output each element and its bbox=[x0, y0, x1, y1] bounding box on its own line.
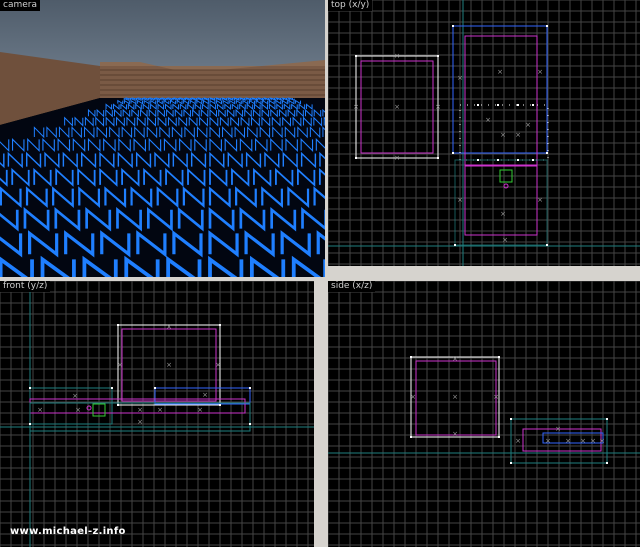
vertex-handle bbox=[498, 436, 500, 438]
brush-center-mark: × bbox=[555, 425, 561, 433]
brush-center-mark: × bbox=[565, 437, 571, 445]
vertex-handle bbox=[497, 159, 499, 161]
vertex-handle bbox=[154, 387, 156, 389]
brush-center-mark: × bbox=[452, 430, 458, 438]
vertex-handle bbox=[498, 356, 500, 358]
brush-center-mark: × bbox=[202, 391, 208, 399]
brush-center-mark: × bbox=[137, 418, 143, 426]
vertex-handle bbox=[410, 356, 412, 358]
brush-center-mark: × bbox=[37, 406, 43, 414]
brush-center-mark: × bbox=[525, 121, 531, 129]
brush-center-mark: × bbox=[410, 393, 416, 401]
vertex-handle bbox=[410, 436, 412, 438]
brush-center-mark: × bbox=[485, 116, 491, 124]
top-label: top (x/y) bbox=[328, 0, 373, 11]
brush-center-mark: × bbox=[515, 437, 521, 445]
vertex-handle bbox=[219, 324, 221, 326]
vertex-handle bbox=[355, 55, 357, 57]
vertex-handle bbox=[437, 55, 439, 57]
camera-render[interactable] bbox=[0, 0, 325, 277]
blue-brush bbox=[454, 159, 548, 246]
vertex-handle bbox=[111, 387, 113, 389]
brush-center-mark: × bbox=[137, 406, 143, 414]
brush-center-mark: × bbox=[117, 361, 123, 369]
vertex-handle bbox=[249, 423, 251, 425]
vertex-handle bbox=[452, 152, 454, 154]
brush-center-mark: × bbox=[537, 196, 543, 204]
back-wall bbox=[100, 66, 325, 98]
vertex-handle bbox=[532, 159, 534, 161]
vertex-handle bbox=[454, 244, 456, 246]
vertex-handle bbox=[546, 244, 548, 246]
brush-center-mark: × bbox=[497, 68, 503, 76]
brush-center-mark: × bbox=[353, 103, 359, 111]
floor bbox=[0, 98, 325, 277]
camera-label: camera bbox=[0, 0, 40, 11]
vertex-handle bbox=[510, 418, 512, 420]
vertex-handle bbox=[497, 104, 499, 106]
vertex-handle bbox=[452, 25, 454, 27]
brush-center-mark: × bbox=[457, 196, 463, 204]
vertex-handle bbox=[29, 423, 31, 425]
vertex-handle bbox=[477, 159, 479, 161]
brush-center-mark: × bbox=[457, 74, 463, 82]
brush-center-mark: × bbox=[166, 323, 172, 331]
brush-center-mark: × bbox=[75, 406, 81, 414]
grid-lines bbox=[328, 281, 640, 547]
brush-center-mark: × bbox=[599, 437, 605, 445]
grid-lines bbox=[0, 281, 314, 547]
side-grid-view[interactable]: ××× ×××× × × ×× × bbox=[328, 281, 640, 547]
brush-center-mark: × bbox=[394, 52, 400, 60]
brush-center-mark: × bbox=[502, 236, 508, 244]
brush-center-mark: × bbox=[452, 355, 458, 363]
vertex-handle bbox=[249, 387, 251, 389]
vertex-handle bbox=[437, 157, 439, 159]
top-grid-view[interactable]: × × × × × × × × × × × × × × × × bbox=[328, 0, 640, 266]
brush-center-mark: × bbox=[197, 406, 203, 414]
brush-center-mark: × bbox=[545, 437, 551, 445]
watermark: www.michael-z.info bbox=[10, 526, 126, 537]
brush-center-mark: × bbox=[452, 393, 458, 401]
camera-viewport[interactable]: camera bbox=[0, 0, 325, 277]
brush-center-mark: × bbox=[394, 154, 400, 162]
brush-center-mark: × bbox=[166, 361, 172, 369]
brush-center-mark: × bbox=[493, 393, 499, 401]
vertex-handle bbox=[517, 104, 519, 106]
brush-center-mark: × bbox=[215, 361, 221, 369]
top-viewport[interactable]: ×××××××××××××××× ◂ ▸ top (x/y) bbox=[328, 0, 640, 266]
brush-center-mark: × bbox=[394, 103, 400, 111]
vertex-handle bbox=[355, 157, 357, 159]
front-label: front (y/z) bbox=[0, 281, 51, 292]
vertex-handle bbox=[517, 159, 519, 161]
vertex-handle bbox=[219, 404, 221, 406]
front-grid-view[interactable]: × × × × × × × × × × × × bbox=[0, 281, 314, 547]
vertex-handle bbox=[477, 104, 479, 106]
vertex-handle bbox=[510, 462, 512, 464]
brush-center-mark: × bbox=[580, 437, 586, 445]
vertex-handle bbox=[546, 152, 548, 154]
vertex-handle bbox=[606, 462, 608, 464]
vertex-handle bbox=[29, 387, 31, 389]
brush-center-mark: × bbox=[157, 406, 163, 414]
vertex-handle bbox=[606, 418, 608, 420]
brush-center-mark: × bbox=[537, 68, 543, 76]
vertex-handle bbox=[546, 25, 548, 27]
vertex-handle bbox=[532, 104, 534, 106]
grid-lines bbox=[328, 0, 640, 266]
side-label: side (x/z) bbox=[328, 281, 376, 292]
brush-center-mark: × bbox=[72, 392, 78, 400]
brush-center-mark: × bbox=[500, 210, 506, 218]
vertex-handle bbox=[117, 324, 119, 326]
vertex-handle bbox=[117, 404, 119, 406]
brush-center-mark: × bbox=[500, 131, 506, 139]
side-viewport[interactable]: × × × × × × × × × × × × side (x/z) bbox=[328, 281, 640, 547]
front-viewport[interactable]: ×××××××××××× ▴ ▾ front (y/z) bbox=[0, 281, 314, 547]
brush-center-mark: × bbox=[515, 131, 521, 139]
brush-center-mark: × bbox=[590, 437, 596, 445]
brush-center-mark: × bbox=[435, 103, 441, 111]
